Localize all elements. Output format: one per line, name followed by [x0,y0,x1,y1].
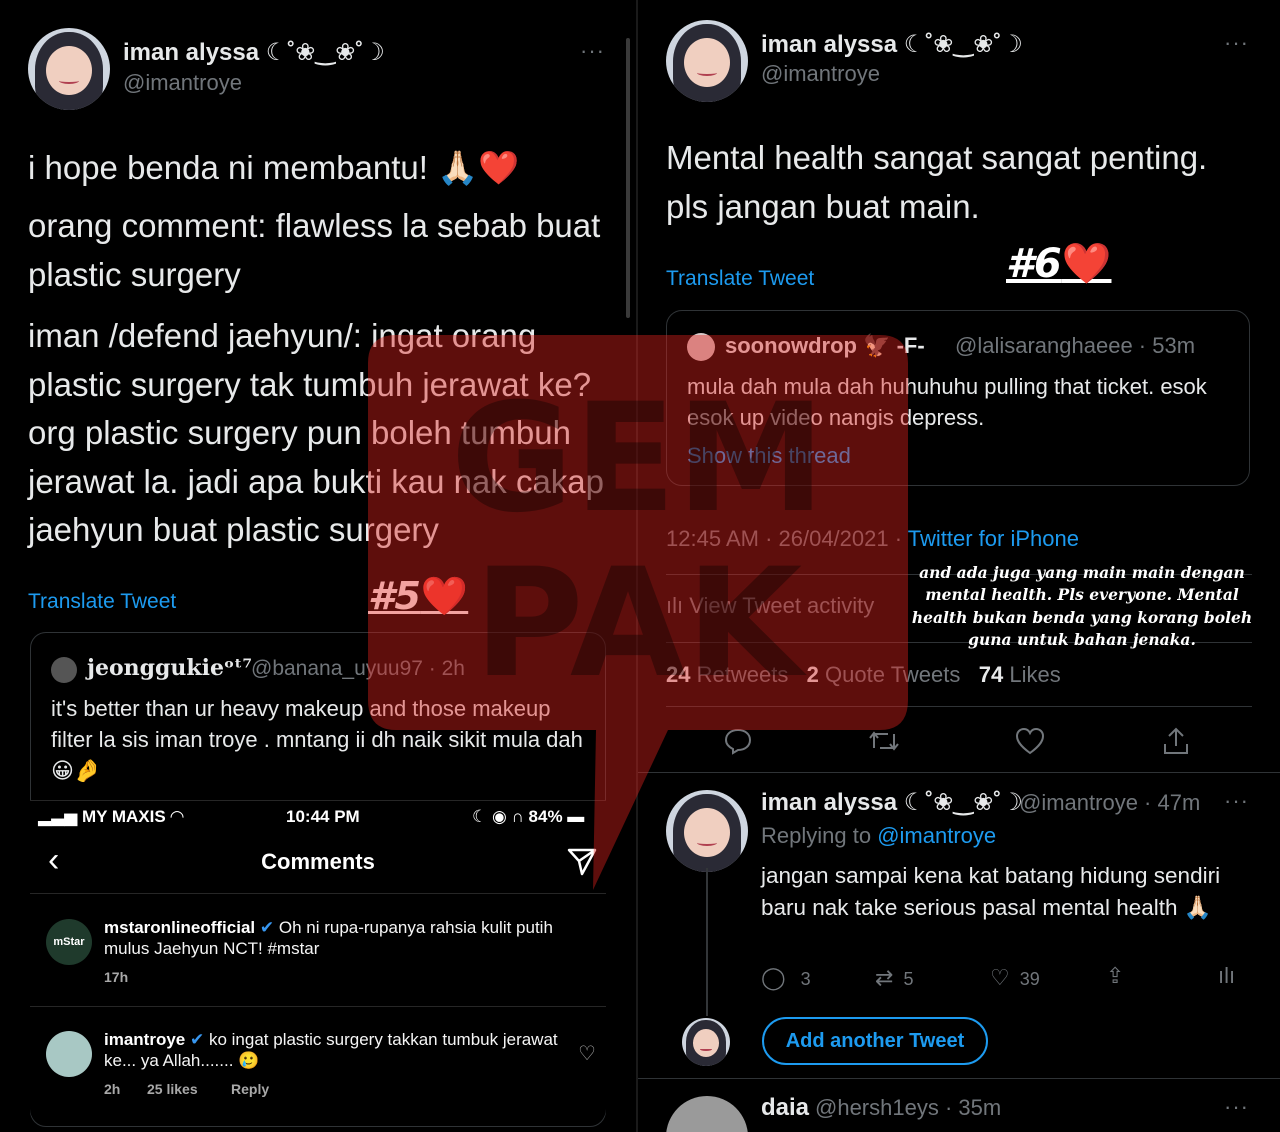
reply-author-handle[interactable]: @imantroye · 47m [1019,790,1200,816]
next-author-handle[interactable]: @hersh1eys · 35m [815,1095,1001,1121]
more-options-icon[interactable]: ··· [1224,1094,1249,1120]
reply-text: jangan sampai kena kat batang hidung sen… [761,863,1221,920]
reply-icon: ◯ [761,965,786,990]
next-author-name[interactable]: daia [761,1094,809,1122]
verified-icon: ✔ [259,918,275,937]
author-avatar[interactable] [28,28,110,110]
moon-icon: ☾ ◉ ∩ [472,807,529,826]
scrollbar[interactable] [626,38,630,318]
like-icon[interactable] [1015,727,1045,755]
instagram-comments-screenshot: ▂▃▅ MY MAXIS ◠ 10:44 PM ☾ ◉ ∩ 84% ▬ ‹ Co… [30,800,606,1125]
left-tweet-panel: iman alyssa ☾˚❀‿❀˚☽ @imantroye ··· i hop… [0,0,636,1132]
heart-icon: ❤️ [420,574,469,618]
number-tag: #5❤️ [368,574,469,618]
show-thread-link[interactable]: Show this thread [687,443,851,469]
retweet-icon: ⇄ [875,965,894,990]
tweet-paragraph-2: orang comment: flawless la sebab buat pl… [28,207,601,293]
retweet-icon[interactable] [868,728,900,754]
retweet-count[interactable]: ⇄ 5 [875,965,913,991]
quoted-tweet-card[interactable]: soonowdrop 🦅 -F- @lalisaranghaeee · 53m … [666,310,1250,486]
analytics-icon[interactable]: ılı [1218,963,1235,989]
quoted-text: it's better than ur heavy makeup and tho… [51,696,583,784]
view-tweet-activity[interactable]: ılı View Tweet activity [666,593,874,619]
thread-connector [706,868,708,1016]
status-battery: ☾ ◉ ∩ 84% ▬ [472,807,585,826]
translate-tweet-link[interactable]: Translate Tweet [28,590,176,614]
imantroye-avatar[interactable] [46,1031,92,1077]
share-icon[interactable] [1162,726,1190,756]
like-icon: ♡ [990,965,1010,990]
more-options-icon[interactable]: ··· [1224,788,1249,814]
replying-to-handle[interactable]: @imantroye [877,823,996,848]
comment-2-text: imantroye ✔ ko ingat plastic surgery tak… [104,1030,558,1071]
quoted-name[interactable]: jeonggukieᵒᵗ⁷ [87,655,252,681]
composer-avatar [682,1018,730,1066]
author-handle[interactable]: @imantroye [123,70,242,96]
quoted-avatar[interactable] [51,657,77,683]
like-count[interactable]: ♡ 39 [990,965,1040,991]
more-options-icon[interactable]: ··· [580,38,605,64]
comment-2-reply[interactable]: Reply [231,1081,269,1097]
quoted-handle[interactable]: @lalisaranghaeee · 53m [955,333,1195,359]
translate-tweet-link[interactable]: Translate Tweet [666,267,814,291]
wifi-icon: ◠ [170,807,184,826]
next-author-avatar[interactable] [666,1096,748,1132]
quoted-avatar[interactable] [687,333,715,361]
replying-to: Replying to @imantroye [761,823,997,848]
quoted-text: mula dah mula dah huhuhuhu pulling that … [687,374,1207,431]
tweet-stats[interactable]: 24 Retweets 2 Quote Tweets 74 Likes [666,662,1061,688]
source-link[interactable]: Twitter for iPhone [908,526,1079,551]
tweet-timestamp: 12:45 AM · 26/04/2021 · Twitter for iPho… [666,526,1079,551]
verified-icon: ✔ [189,1030,205,1049]
author-name[interactable]: iman alyssa ☾˚❀‿❀˚☽ [761,30,1023,59]
battery-icon: ▬ [567,807,585,826]
more-options-icon[interactable]: ··· [1224,30,1249,56]
comment-1-text: mstaronlineofficial ✔ Oh ni rupa-rupanya… [104,918,553,959]
author-handle[interactable]: @imantroye [761,61,880,87]
tweet-paragraph-3: iman /defend jaehyun/: ingat orang plast… [28,317,605,548]
author-avatar[interactable] [666,20,748,102]
activity-icon: ılı [666,593,690,618]
tweet-text: Mental health sangat sangat penting. pls… [666,139,1208,225]
add-another-tweet-button[interactable]: Add another Tweet [762,1017,988,1065]
number-tag: #6❤️ [1006,241,1112,287]
reply-count[interactable]: ◯ 3 [761,965,811,991]
comment-1-age: 17h [104,969,129,985]
reply-author-name[interactable]: iman alyssa ☾˚❀‿❀˚☽ [761,788,1023,817]
signal-icon: ▂▃▅ [38,807,82,826]
overlay-caption: and ada juga yang main main dengan menta… [911,563,1253,650]
share-icon[interactable]: ⇪ [1106,963,1124,989]
comment-2-age: 2h [104,1081,121,1097]
mstar-avatar[interactable]: mStar [46,919,92,965]
send-icon[interactable] [566,845,598,877]
quoted-name[interactable]: soonowdrop 🦅 -F- [725,333,925,359]
status-carrier: ▂▃▅ MY MAXIS ◠ [38,807,184,826]
quoted-handle[interactable]: @banana_uyuu97 · 2h [251,657,465,681]
comment-2-likes[interactable]: 25 likes [147,1081,198,1097]
like-heart-icon[interactable]: ♡ [578,1041,596,1066]
author-name[interactable]: iman alyssa ☾˚❀‿❀˚☽ [123,38,385,67]
tweet-paragraph-1: i hope benda ni membantu! 🙏🏻❤️ [28,149,520,186]
status-time: 10:44 PM [286,807,360,826]
heart-icon: ❤️ [1061,241,1112,287]
comments-title: Comments [261,849,375,874]
reply-author-avatar[interactable] [666,790,748,872]
reply-icon[interactable] [724,727,752,755]
